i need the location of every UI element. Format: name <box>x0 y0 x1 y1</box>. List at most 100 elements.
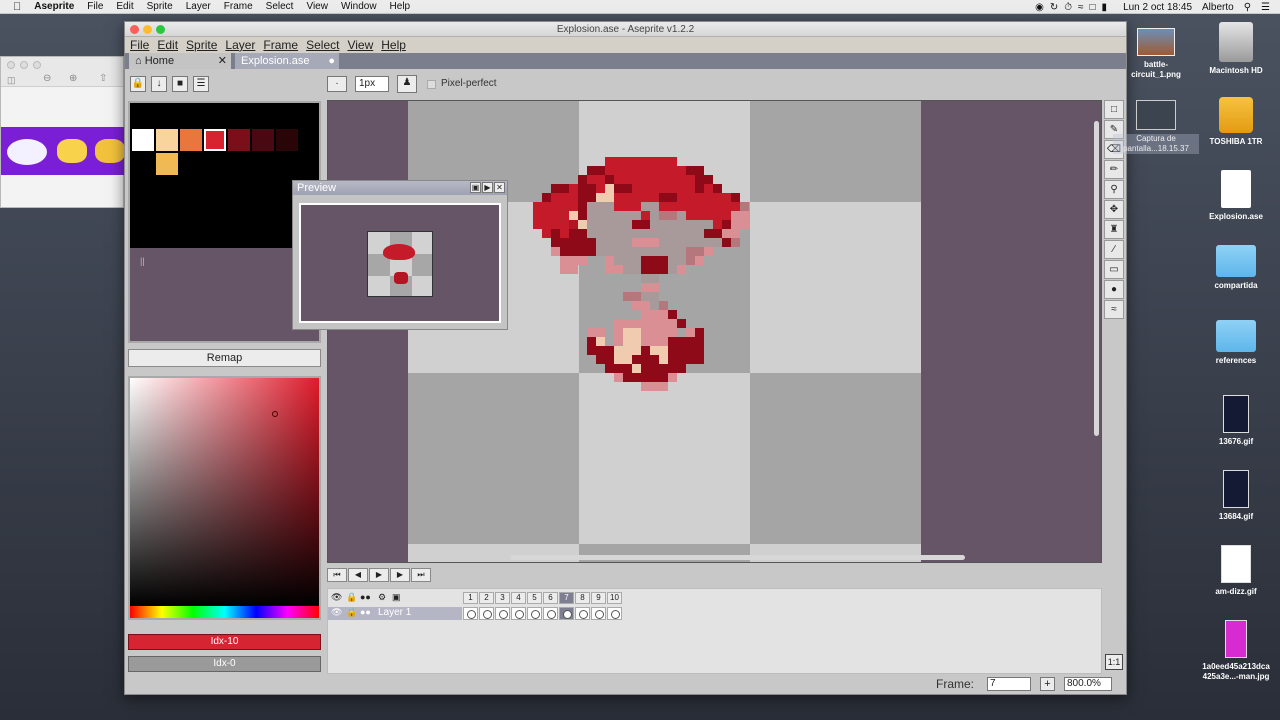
next-frame-button[interactable]: ▶ <box>390 568 410 582</box>
desktop-icon[interactable]: Captura de pantalla...18.15.37 <box>1113 100 1199 154</box>
preview-center-icon[interactable]: ▣ <box>470 182 481 193</box>
horizontal-scrollbar[interactable] <box>510 555 965 560</box>
palette-presets-button[interactable]: ■ <box>172 76 188 92</box>
pixel-perfect-checkbox[interactable] <box>427 80 436 89</box>
brush-type-button[interactable]: · <box>327 76 347 92</box>
menu-file[interactable]: File <box>130 38 149 52</box>
new-frame-button[interactable]: + <box>1040 677 1055 691</box>
palette-swatch[interactable] <box>228 129 250 151</box>
frame-header[interactable]: 9 <box>591 592 606 604</box>
palette-swatch[interactable] <box>132 129 154 151</box>
line-icon[interactable]: ∕ <box>1104 240 1124 259</box>
window-minimize-button[interactable] <box>143 25 152 34</box>
menu-view[interactable]: View <box>347 38 373 52</box>
mac-menu-app[interactable]: Aseprite <box>34 1 74 12</box>
foreground-color-bar[interactable]: Idx-10 <box>128 634 321 650</box>
background-color-bar[interactable]: Idx-0 <box>128 656 321 672</box>
preview-play-icon[interactable]: ▶ <box>482 182 493 193</box>
layer-continuous-icon[interactable]: ●● <box>360 607 371 617</box>
tab-explosion[interactable]: Explosion.ase ● <box>235 53 339 69</box>
frame-cel[interactable] <box>607 607 622 620</box>
sprite-canvas[interactable] <box>327 100 1102 563</box>
frame-cel[interactable] <box>479 607 494 620</box>
ink-type-button[interactable]: ♟ <box>397 75 417 93</box>
eyedropper-icon[interactable]: ✏ <box>1104 160 1124 179</box>
palette-sort-button[interactable]: ↓ <box>151 76 167 92</box>
desktop-icon[interactable]: am-dizz.gif <box>1193 545 1279 597</box>
sidebar-toggle-icon[interactable]: ◫ <box>7 75 16 86</box>
layer-name[interactable]: Layer 1 <box>378 607 411 618</box>
lock-header-icon[interactable]: 🔒 <box>346 592 357 603</box>
mac-menu-frame[interactable]: Frame <box>224 1 253 12</box>
desktop-icon[interactable]: 13676.gif <box>1193 395 1279 447</box>
paint-bucket-icon[interactable]: ♜ <box>1104 220 1124 239</box>
brush-size-field[interactable]: 1px <box>355 76 389 92</box>
continuous-header-icon[interactable]: ●● <box>360 592 371 602</box>
palette-swatch[interactable] <box>156 129 178 151</box>
frame-cel[interactable] <box>511 607 526 620</box>
menu-list-icon[interactable]: ☰ <box>1261 2 1270 13</box>
frame-cel[interactable] <box>543 607 558 620</box>
frame-header[interactable]: 8 <box>575 592 590 604</box>
desktop-icon[interactable]: 1a0eed45a213dca 425a3e...-man.jpg <box>1193 620 1279 682</box>
layer-visible-icon[interactable]: 👁 <box>331 607 342 618</box>
layer-options-icon[interactable]: ▣ <box>392 592 401 603</box>
zoom-out-icon[interactable]: ⊖ <box>43 73 51 84</box>
status-icons[interactable]: ◉↻⏱≈□▮ <box>1035 2 1113 13</box>
palette-swatch[interactable] <box>180 129 202 151</box>
move-icon[interactable]: ✥ <box>1104 200 1124 219</box>
frame-cel[interactable] <box>559 607 574 620</box>
desktop-icon[interactable]: Macintosh HD <box>1193 22 1279 76</box>
frame-cel[interactable] <box>527 607 542 620</box>
frame-cel[interactable] <box>495 607 510 620</box>
frame-header[interactable]: 7 <box>559 592 574 604</box>
frame-header[interactable]: 5 <box>527 592 542 604</box>
spotlight-search-icon[interactable]: ⚲ <box>1244 2 1251 13</box>
frame-header[interactable]: 6 <box>543 592 558 604</box>
tab-home[interactable]: ⌂ Home ✕ <box>129 53 231 69</box>
desktop-icon[interactable]: Explosion.ase <box>1193 170 1279 222</box>
menu-frame[interactable]: Frame <box>263 38 298 52</box>
frame-header[interactable]: 2 <box>479 592 494 604</box>
contour-icon[interactable]: ● <box>1104 280 1124 299</box>
menu-edit[interactable]: Edit <box>157 38 178 52</box>
menu-layer[interactable]: Layer <box>225 38 255 52</box>
mac-menu-sprite[interactable]: Sprite <box>147 1 173 12</box>
last-frame-button[interactable]: ⏭ <box>411 568 431 582</box>
reset-zoom-button[interactable]: 1:1 <box>1105 654 1123 670</box>
color-picker[interactable] <box>128 376 321 620</box>
mac-menu-layer[interactable]: Layer <box>186 1 211 12</box>
palette-options-button[interactable]: ☰ <box>193 76 209 92</box>
rectangle-icon[interactable]: ▭ <box>1104 260 1124 279</box>
play-button[interactable]: ▶ <box>369 568 389 582</box>
menubar-datetime[interactable]: Lun 2 oct 18:45 <box>1123 2 1192 13</box>
first-frame-button[interactable]: ⏮ <box>327 568 347 582</box>
remap-button[interactable]: Remap <box>128 349 321 367</box>
desktop-icon[interactable]: references <box>1193 320 1279 366</box>
menu-select[interactable]: Select <box>306 38 339 52</box>
mac-menu-window[interactable]: Window <box>341 1 377 12</box>
window-zoom-button[interactable] <box>156 25 165 34</box>
window-close-button[interactable] <box>130 25 139 34</box>
desktop-icon[interactable]: compartida <box>1193 245 1279 291</box>
tab-modified-dot-icon[interactable]: ● <box>328 53 335 69</box>
palette-lock-button[interactable]: 🔒 <box>130 76 146 92</box>
onion-skin-icon[interactable]: ⚙ <box>378 592 386 603</box>
apple-menu-icon[interactable]:  <box>13 1 21 13</box>
menubar-user[interactable]: Alberto <box>1202 2 1234 13</box>
preview-close-icon[interactable]: ✕ <box>494 182 505 193</box>
saturation-value-area[interactable] <box>130 378 319 606</box>
frame-header[interactable]: 3 <box>495 592 510 604</box>
zoom-field[interactable]: 800.0% <box>1064 677 1112 691</box>
zoom-icon[interactable]: ⚲ <box>1104 180 1124 199</box>
tab-home-close-icon[interactable]: ✕ <box>218 53 227 69</box>
share-icon[interactable]: ⇧ <box>99 73 107 84</box>
palette-swatch[interactable] <box>156 153 178 175</box>
previous-frame-button[interactable]: ◀ <box>348 568 368 582</box>
frame-input[interactable]: 7 <box>987 677 1031 691</box>
menu-sprite[interactable]: Sprite <box>186 38 217 52</box>
frame-header[interactable]: 1 <box>463 592 478 604</box>
frame-header[interactable]: 10 <box>607 592 622 604</box>
palette-swatch[interactable] <box>204 129 226 151</box>
layer-lock-icon[interactable]: 🔒 <box>346 607 357 618</box>
